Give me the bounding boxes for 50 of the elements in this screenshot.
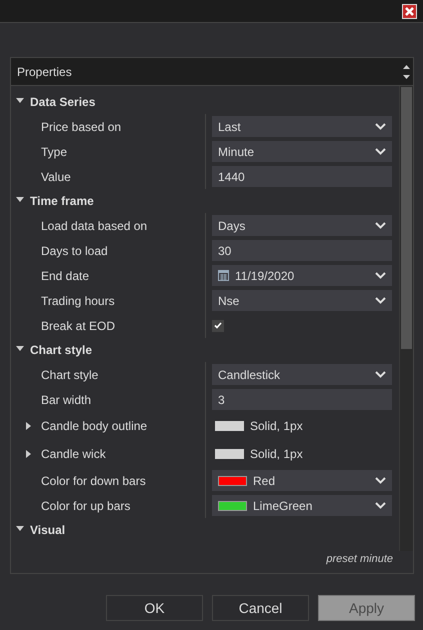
dropdown[interactable]: Minute — [212, 141, 392, 162]
scroll-down-icon[interactable] — [402, 74, 410, 78]
category-label: Time frame — [30, 193, 94, 210]
scroll-up-icon[interactable] — [402, 64, 410, 68]
input-field[interactable]: 30 — [212, 240, 392, 261]
property-label: Value — [41, 168, 71, 186]
property-label: Chart style — [41, 366, 98, 384]
chevron-icon — [375, 371, 386, 378]
property-label: End date — [41, 268, 90, 284]
category-label: Visual — [30, 522, 66, 539]
dropdown[interactable]: Red — [212, 470, 392, 491]
property-label: Candle body outline — [41, 418, 148, 435]
input-field[interactable]: 1440 — [212, 166, 392, 187]
dropdown[interactable]: LimeGreen — [212, 495, 392, 516]
close-button[interactable] — [402, 4, 417, 18]
dialog-button[interactable]: Cancel — [212, 595, 309, 621]
stroke-value[interactable]: Solid, 1px — [250, 445, 303, 463]
dropdown[interactable]: Last — [212, 116, 392, 137]
chevron-icon — [375, 272, 386, 279]
property-label: Candle wick — [41, 446, 106, 463]
chevron-icon — [375, 123, 386, 130]
chevron-icon — [375, 148, 386, 155]
chevron-icon — [375, 477, 386, 484]
stroke-value[interactable]: Solid, 1px — [250, 417, 303, 435]
date-picker[interactable]: 11/19/2020 — [212, 265, 392, 286]
property-label: Days to load — [41, 242, 108, 260]
dropdown[interactable]: Nse — [212, 290, 392, 311]
chevron-icon — [375, 297, 386, 304]
chevron-icon — [375, 502, 386, 509]
dropdown[interactable]: Days — [212, 215, 392, 236]
input-field[interactable]: 3 — [212, 389, 392, 410]
property-label: Trading hours — [41, 292, 115, 310]
dialog-button[interactable]: OK — [106, 595, 203, 621]
chevron-icon — [375, 222, 386, 229]
scrollbar[interactable] — [399, 86, 413, 550]
panel-title: Properties — [16, 64, 73, 80]
property-label: Color for down bars — [41, 472, 146, 490]
property-label: Color for up bars — [41, 498, 130, 514]
property-label: Type — [41, 144, 68, 160]
property-label: Bar width — [41, 392, 92, 408]
category-label: Data Series — [30, 94, 96, 111]
dropdown[interactable]: Candlestick — [212, 364, 392, 385]
calendar-icon — [218, 270, 229, 281]
property-label: Break at EOD — [41, 318, 116, 334]
checkbox[interactable] — [212, 320, 224, 332]
scroll-thumb[interactable] — [401, 87, 412, 349]
property-label: Price based on — [41, 118, 122, 136]
property-label: Load data based on — [41, 218, 148, 234]
preset-label: preset minute — [325, 552, 394, 566]
category-label: Chart style — [30, 342, 92, 359]
